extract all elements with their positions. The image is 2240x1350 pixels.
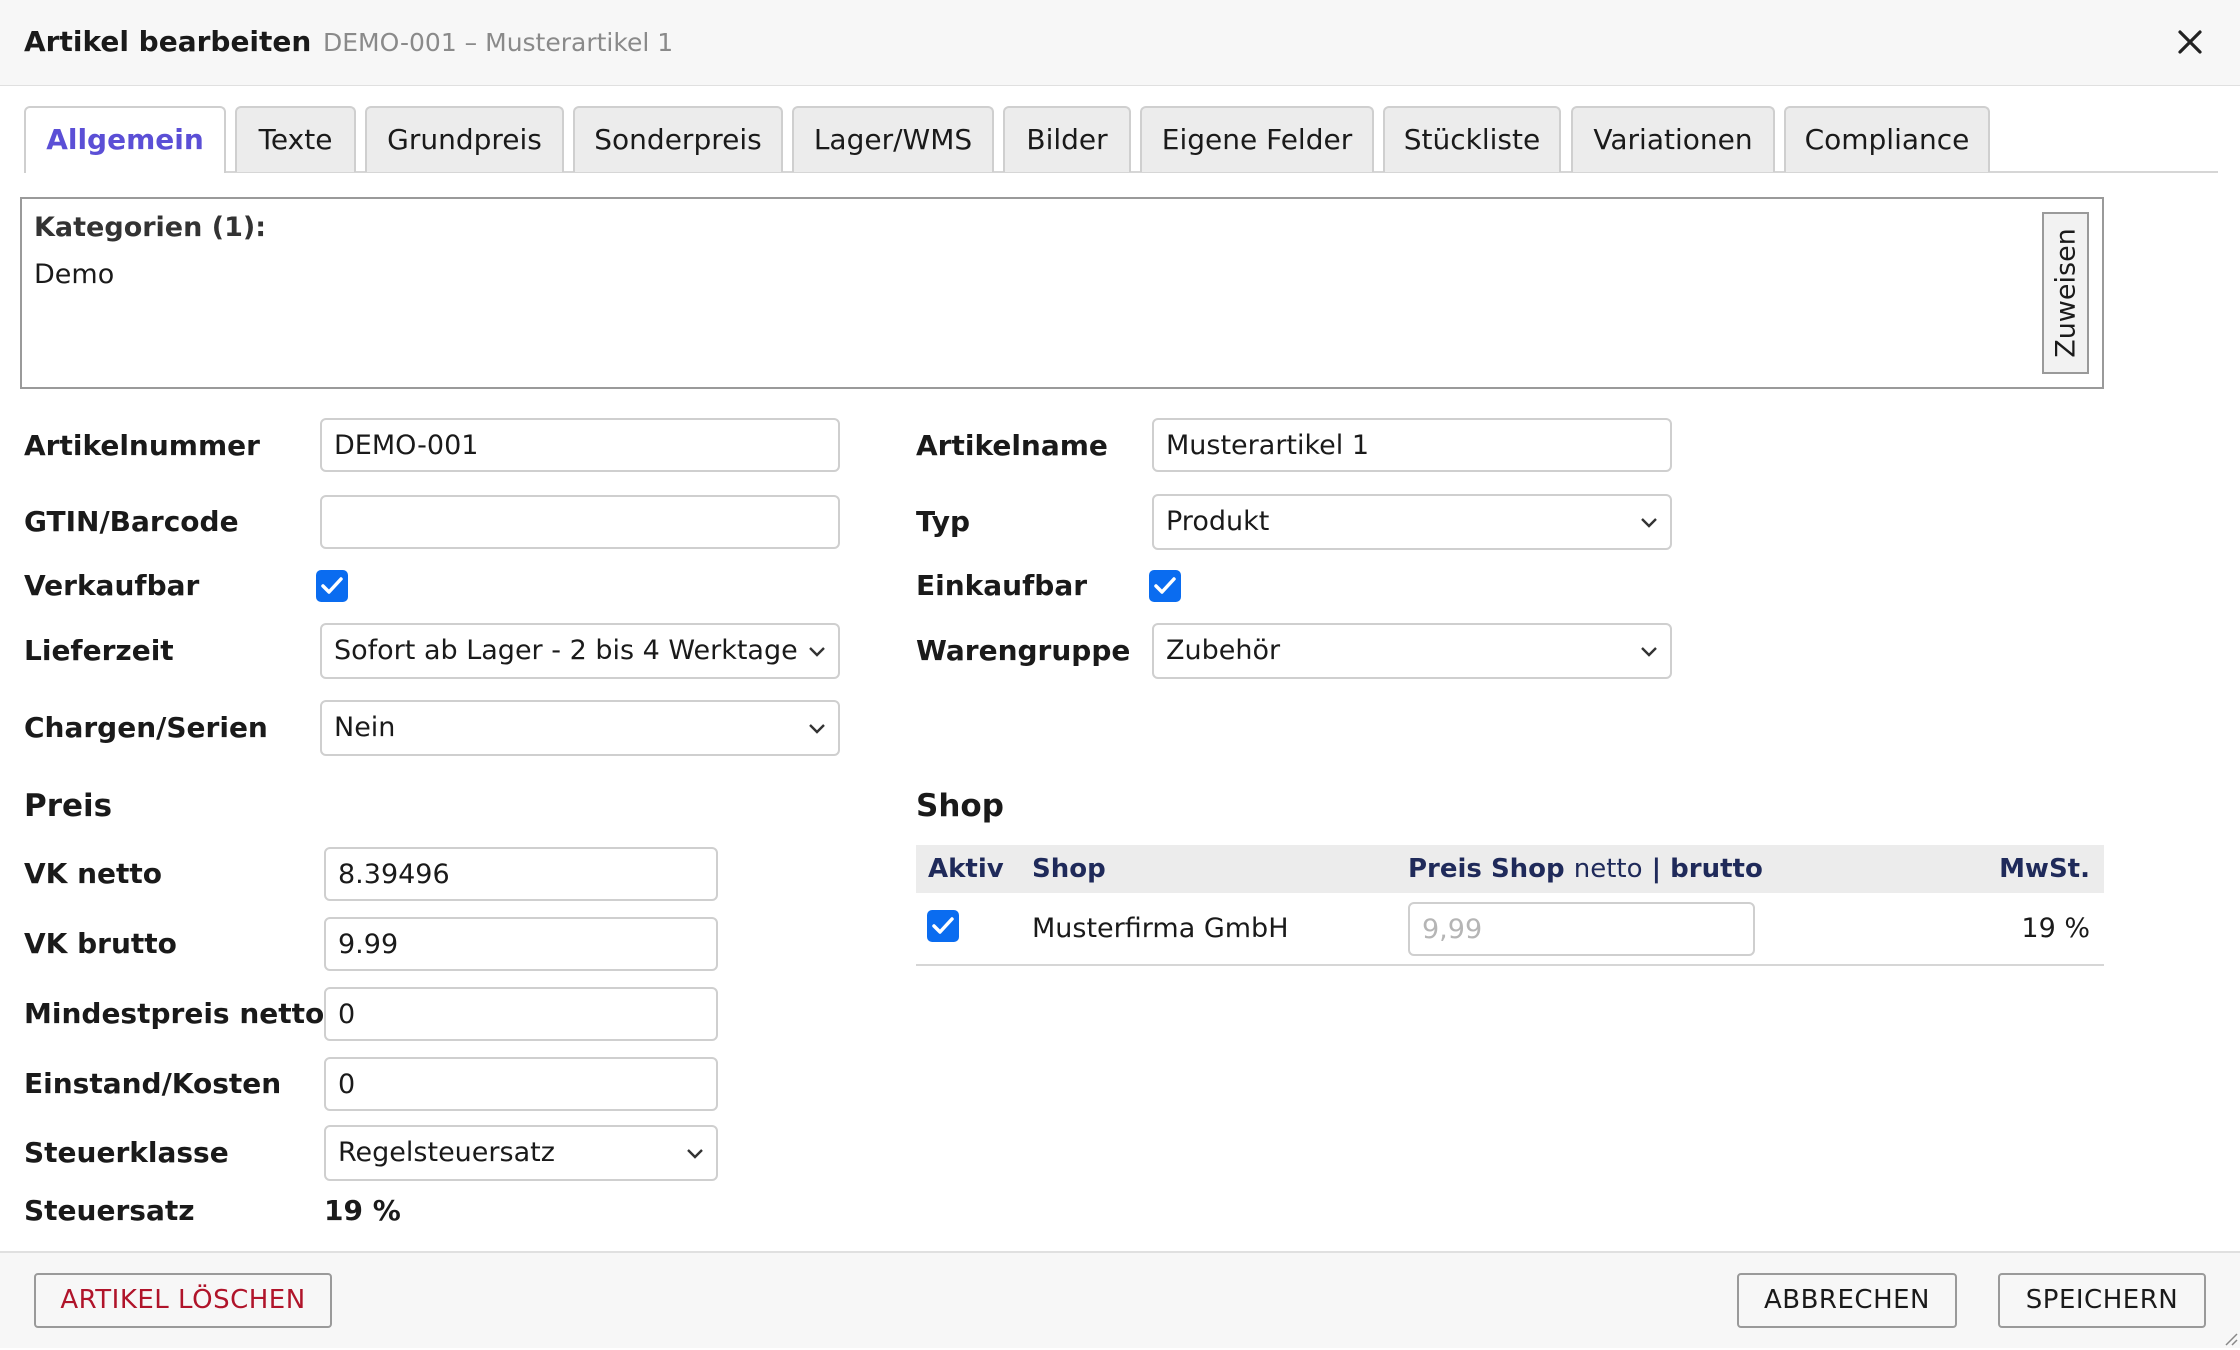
tab-grundpreis[interactable]: Grundpreis bbox=[365, 106, 564, 172]
resize-handle-icon[interactable] bbox=[2222, 1330, 2238, 1346]
tab-eigene-felder[interactable]: Eigene Felder bbox=[1140, 106, 1374, 172]
lieferzeit-label: Lieferzeit bbox=[24, 634, 174, 667]
typ-select[interactable]: Produkt bbox=[1152, 494, 1672, 550]
shop-heading: Shop bbox=[916, 788, 1004, 824]
chevron-down-icon bbox=[809, 724, 825, 734]
vk-brutto-label: VK brutto bbox=[24, 927, 177, 960]
tab-sonderpreis[interactable]: Sonderpreis bbox=[573, 106, 783, 172]
chevron-down-icon bbox=[687, 1149, 703, 1159]
einkaufbar-checkbox[interactable] bbox=[1149, 570, 1181, 602]
preis-separator: | bbox=[1651, 854, 1662, 884]
artikelnummer-input[interactable] bbox=[320, 418, 840, 472]
category-item: Demo bbox=[34, 259, 115, 290]
preis-shop-label: Preis Shop bbox=[1408, 854, 1565, 884]
artikelnummer-label: Artikelnummer bbox=[24, 429, 260, 462]
mindestpreis-label: Mindestpreis netto bbox=[24, 997, 325, 1030]
chargen-label: Chargen/Serien bbox=[24, 711, 268, 744]
einstand-label: Einstand/Kosten bbox=[24, 1067, 282, 1100]
tab-texte[interactable]: Texte bbox=[235, 106, 356, 172]
chevron-down-icon bbox=[1641, 647, 1657, 657]
column-mwst: MwSt. bbox=[1999, 854, 2090, 884]
steuerklasse-label: Steuerklasse bbox=[24, 1136, 229, 1169]
shop-name: Musterfirma GmbH bbox=[1032, 913, 1289, 944]
steuersatz-value: 19 % bbox=[324, 1194, 401, 1227]
lieferzeit-value: Sofort ab Lager - 2 bis 4 Werktage bbox=[334, 635, 798, 666]
warengruppe-label: Warengruppe bbox=[916, 634, 1131, 667]
gtin-input[interactable] bbox=[320, 495, 840, 549]
tab-allgemein[interactable]: Allgemein bbox=[24, 106, 226, 173]
steuerklasse-select[interactable]: Regelsteuersatz bbox=[324, 1125, 718, 1181]
tab-variationen[interactable]: Variationen bbox=[1571, 106, 1775, 172]
preis-brutto-label: brutto bbox=[1670, 854, 1763, 884]
vk-netto-label: VK netto bbox=[24, 857, 163, 890]
chevron-down-icon bbox=[1641, 518, 1657, 528]
chargen-value: Nein bbox=[334, 712, 396, 743]
column-preis-shop: Preis Shop netto | brutto bbox=[1408, 845, 1763, 893]
table-row-divider bbox=[916, 964, 2104, 966]
tab-bilder[interactable]: Bilder bbox=[1003, 106, 1131, 172]
verkaufbar-label: Verkaufbar bbox=[24, 569, 200, 602]
delete-article-button[interactable]: ARTIKEL LÖSCHEN bbox=[34, 1273, 332, 1328]
tab-lager-wms[interactable]: Lager/WMS bbox=[792, 106, 994, 172]
assign-button-label: Zuweisen bbox=[2050, 228, 2081, 358]
verkaufbar-checkbox[interactable] bbox=[316, 570, 348, 602]
shop-aktiv-checkbox[interactable] bbox=[927, 910, 959, 942]
column-shop: Shop bbox=[1032, 854, 1106, 884]
shop-price-input[interactable] bbox=[1408, 902, 1755, 956]
cancel-button[interactable]: ABBRECHEN bbox=[1737, 1273, 1957, 1328]
vk-netto-input[interactable] bbox=[324, 847, 718, 901]
vk-brutto-input[interactable] bbox=[324, 917, 718, 971]
typ-label: Typ bbox=[916, 505, 971, 538]
einkaufbar-label: Einkaufbar bbox=[916, 569, 1088, 602]
artikelname-input[interactable] bbox=[1152, 418, 1672, 472]
categories-box bbox=[20, 197, 2104, 389]
shop-mwst-value: 19 % bbox=[2021, 913, 2090, 944]
column-aktiv: Aktiv bbox=[928, 854, 1004, 884]
categories-label: Kategorien (1): bbox=[34, 212, 267, 243]
artikelname-label: Artikelname bbox=[916, 429, 1108, 462]
tab-stueckliste[interactable]: Stückliste bbox=[1383, 106, 1561, 172]
steuerklasse-value: Regelsteuersatz bbox=[338, 1137, 555, 1168]
steuersatz-label: Steuersatz bbox=[24, 1194, 195, 1227]
warengruppe-select[interactable]: Zubehör bbox=[1152, 623, 1672, 679]
save-button[interactable]: SPEICHERN bbox=[1998, 1273, 2206, 1328]
einstand-input[interactable] bbox=[324, 1057, 718, 1111]
typ-value: Produkt bbox=[1166, 506, 1270, 537]
preis-heading: Preis bbox=[24, 788, 113, 824]
assign-categories-button[interactable]: Zuweisen bbox=[2042, 212, 2089, 374]
dialog-subtitle: DEMO-001 – Musterartikel 1 bbox=[323, 28, 674, 57]
warengruppe-value: Zubehör bbox=[1166, 635, 1281, 666]
tab-compliance[interactable]: Compliance bbox=[1784, 106, 1990, 172]
preis-netto-label: netto bbox=[1573, 854, 1643, 884]
chevron-down-icon bbox=[809, 647, 825, 657]
gtin-label: GTIN/Barcode bbox=[24, 505, 239, 538]
lieferzeit-select[interactable]: Sofort ab Lager - 2 bis 4 Werktage bbox=[320, 623, 840, 679]
chargen-select[interactable]: Nein bbox=[320, 700, 840, 756]
dialog-title: Artikel bearbeiten bbox=[24, 25, 312, 58]
mindestpreis-input[interactable] bbox=[324, 987, 718, 1041]
close-icon[interactable] bbox=[2170, 22, 2210, 62]
